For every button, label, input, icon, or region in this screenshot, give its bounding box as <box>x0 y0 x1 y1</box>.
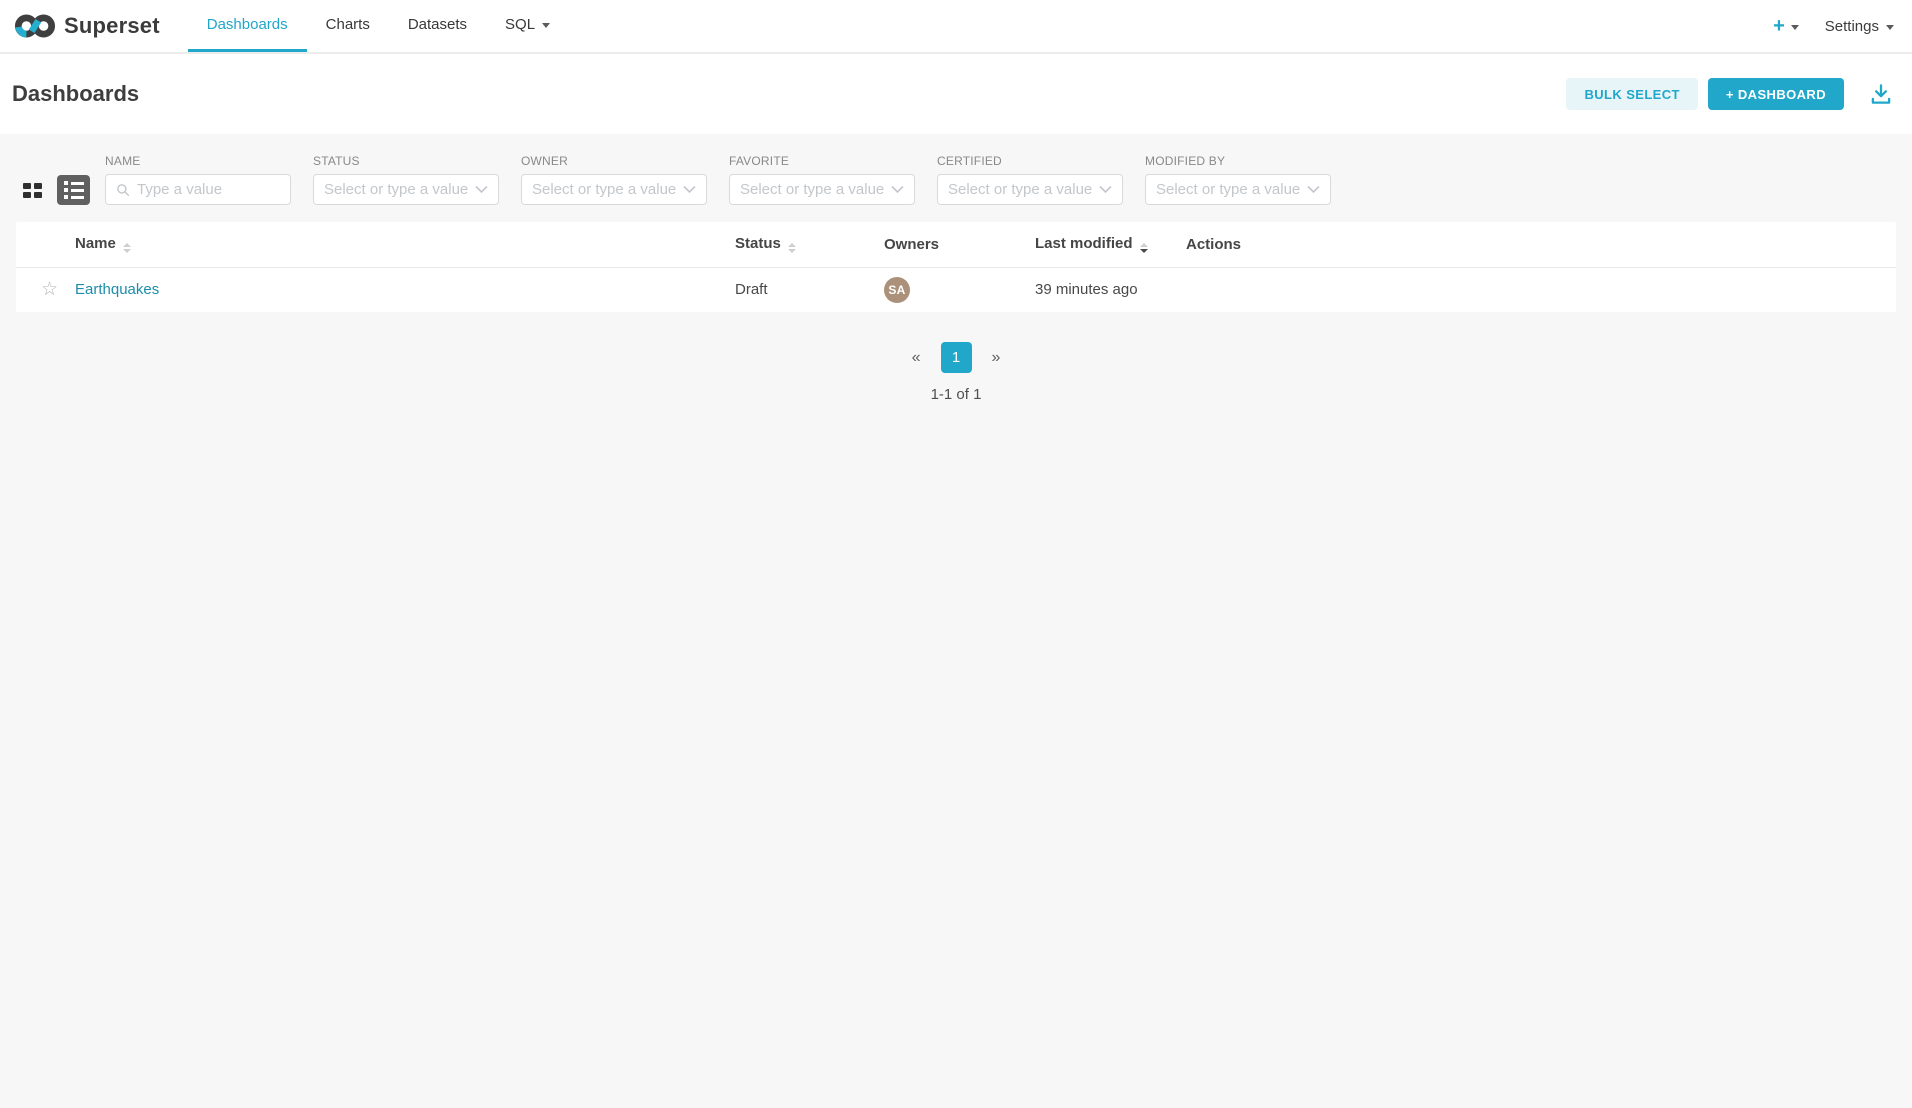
select-placeholder: Select or type a value <box>532 181 676 198</box>
column-label: Actions <box>1186 236 1241 253</box>
search-icon <box>116 183 130 197</box>
nav-item-datasets[interactable]: Datasets <box>389 0 486 52</box>
download-icon <box>1868 81 1894 107</box>
actions-cell <box>1186 267 1896 312</box>
select-placeholder: Select or type a value <box>1156 181 1300 198</box>
filter-label: NAME <box>105 154 291 168</box>
status-cell: Draft <box>735 267 884 312</box>
filter-bar: NAME STATUS Select or type a value OWNE <box>16 134 1896 205</box>
nav-right: + Settings <box>1773 0 1894 52</box>
column-header-name[interactable]: Name <box>75 222 735 267</box>
page-1-button[interactable]: 1 <box>941 342 972 373</box>
dashboard-name-cell: Earthquakes <box>75 267 735 312</box>
last-modified-cell: 39 minutes ago <box>1035 267 1186 312</box>
chevron-down-icon <box>1099 185 1112 194</box>
superset-infinity-icon <box>14 11 56 41</box>
filter-label: OWNER <box>521 154 707 168</box>
pagination-area: « 1 » 1-1 of 1 <box>16 342 1896 403</box>
filter-label: CERTIFIED <box>937 154 1123 168</box>
select-placeholder: Select or type a value <box>948 181 1092 198</box>
top-nav: Superset Dashboards Charts Datasets SQL … <box>0 0 1912 54</box>
owners-cell: SA <box>884 267 1035 312</box>
column-header-last-modified[interactable]: Last modified <box>1035 222 1186 267</box>
filter-favorite: FAVORITE Select or type a value <box>729 154 915 205</box>
favorite-star-icon[interactable]: ☆ <box>41 280 58 299</box>
filter-label: MODIFIED BY <box>1145 154 1331 168</box>
column-label: Owners <box>884 236 939 253</box>
plus-icon: + <box>1773 16 1785 36</box>
modified-by-filter-select[interactable]: Select or type a value <box>1145 174 1331 205</box>
previous-page-button[interactable]: « <box>906 345 927 371</box>
page-title: Dashboards <box>12 81 139 107</box>
favorite-cell: ☆ <box>16 267 75 312</box>
nav-item-label: SQL <box>505 16 535 33</box>
main-nav: Dashboards Charts Datasets SQL <box>188 0 569 52</box>
column-label: Name <box>75 235 116 252</box>
settings-label: Settings <box>1825 18 1879 35</box>
filter-label: FAVORITE <box>729 154 915 168</box>
favorite-column-header <box>16 222 75 267</box>
certified-filter-select[interactable]: Select or type a value <box>937 174 1123 205</box>
header-actions: BULK SELECT + DASHBOARD <box>1566 78 1894 110</box>
chevron-down-icon <box>891 185 904 194</box>
card-view-button[interactable] <box>16 175 49 205</box>
column-header-actions: Actions <box>1186 222 1896 267</box>
import-dashboards-button[interactable] <box>1868 81 1894 107</box>
column-header-status[interactable]: Status <box>735 222 884 267</box>
filter-certified: CERTIFIED Select or type a value <box>937 154 1123 205</box>
favorite-filter-select[interactable]: Select or type a value <box>729 174 915 205</box>
chevron-down-icon <box>475 185 488 194</box>
nav-item-charts[interactable]: Charts <box>307 0 389 52</box>
filter-name: NAME <box>105 154 291 205</box>
nav-item-dashboards[interactable]: Dashboards <box>188 0 307 52</box>
bulk-select-button[interactable]: BULK SELECT <box>1566 78 1697 110</box>
dashboard-link[interactable]: Earthquakes <box>75 281 159 298</box>
view-toggles <box>16 175 90 205</box>
table-header-row: Name Status Owners Last modified Actions <box>16 222 1896 267</box>
select-placeholder: Select or type a value <box>740 181 884 198</box>
avatar: SA <box>884 277 910 303</box>
brand-name: Superset <box>64 13 160 39</box>
sort-desc-icon <box>1140 243 1148 253</box>
column-header-owners: Owners <box>884 222 1035 267</box>
sort-icon <box>788 243 796 253</box>
sort-icon <box>123 243 131 253</box>
nav-item-label: Charts <box>326 16 370 33</box>
status-filter-select[interactable]: Select or type a value <box>313 174 499 205</box>
column-label: Last modified <box>1035 235 1133 252</box>
name-filter-input[interactable] <box>137 181 280 198</box>
next-page-button[interactable]: » <box>986 345 1007 371</box>
dashboards-table-card: Name Status Owners Last modified Actions <box>16 222 1896 312</box>
settings-menu-button[interactable]: Settings <box>1825 18 1894 35</box>
page-header: Dashboards BULK SELECT + DASHBOARD <box>0 54 1912 134</box>
chevron-down-icon <box>542 23 550 28</box>
filter-label: STATUS <box>313 154 499 168</box>
owner-filter-select[interactable]: Select or type a value <box>521 174 707 205</box>
dashboards-table: Name Status Owners Last modified Actions <box>16 222 1896 312</box>
nav-item-label: Datasets <box>408 16 467 33</box>
list-view-button[interactable] <box>57 175 90 205</box>
table-row: ☆ Earthquakes Draft SA 39 minutes ago <box>16 267 1896 312</box>
chevron-down-icon <box>1791 25 1799 30</box>
chevron-down-icon <box>1307 185 1320 194</box>
filter-modified-by: MODIFIED BY Select or type a value <box>1145 154 1331 205</box>
new-item-menu-button[interactable]: + <box>1773 16 1799 36</box>
name-search-box <box>105 174 291 205</box>
filter-owner: OWNER Select or type a value <box>521 154 707 205</box>
superset-logo[interactable]: Superset <box>14 0 160 52</box>
select-placeholder: Select or type a value <box>324 181 468 198</box>
content-area: NAME STATUS Select or type a value OWNE <box>0 134 1912 1108</box>
grid-view-icon <box>23 183 42 198</box>
new-dashboard-button[interactable]: + DASHBOARD <box>1708 78 1844 110</box>
filter-status: STATUS Select or type a value <box>313 154 499 205</box>
pagination-summary: 1-1 of 1 <box>931 386 982 403</box>
pagination: « 1 » <box>906 342 1007 373</box>
column-label: Status <box>735 235 781 252</box>
list-view-icon <box>64 181 84 199</box>
chevron-down-icon <box>683 185 696 194</box>
nav-item-sql[interactable]: SQL <box>486 0 569 52</box>
nav-item-label: Dashboards <box>207 16 288 33</box>
chevron-down-icon <box>1886 25 1894 30</box>
